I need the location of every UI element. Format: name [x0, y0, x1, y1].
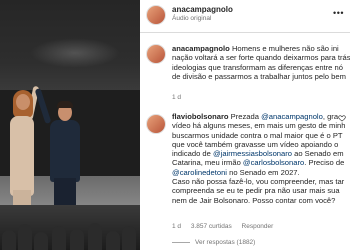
comment-line: compreenda se eu te pedir pra não usar m…: [172, 186, 340, 196]
man-figure: [50, 120, 80, 182]
caption-author-username[interactable]: anacampagnolo: [172, 44, 230, 53]
mention-link[interactable]: @carolinedetoni: [172, 168, 227, 177]
woman-figure: [10, 116, 34, 196]
heart-icon[interactable]: [338, 114, 346, 122]
stage-light: [30, 38, 120, 68]
comment-line: buscarmos unidade contra o mal maior que…: [172, 130, 343, 140]
reply-button[interactable]: Responder: [242, 223, 274, 230]
caption-meta: 1 d: [172, 94, 189, 101]
caption-time: 1 d: [172, 94, 182, 101]
comment-fragment: , gra: [322, 112, 339, 121]
comment-line: nem de Jair Bolsonaro. Posso contar com …: [172, 195, 336, 205]
caption-line: nação voltará a ser forte quando deixarm…: [172, 53, 350, 63]
caption-line: Homens e mulheres não são ini: [231, 44, 339, 53]
comment-fragment: indicado de: [172, 149, 213, 159]
commenter-username[interactable]: flaviobolsonaro: [172, 112, 229, 121]
comment-fragment: Prezada: [230, 112, 262, 121]
post-author-username[interactable]: anacampagnolo: [172, 5, 233, 14]
caption-line: de divisão e passarmos a trabalhar junto…: [172, 71, 346, 81]
mention-link[interactable]: @anacampagnolo: [261, 112, 323, 121]
comment-fragment: no Senado em 2027.: [227, 167, 300, 177]
raised-arm: [34, 87, 52, 125]
like-count[interactable]: 3.857 curtidas: [191, 223, 232, 230]
caption-line: ideologias que transformam as diferenças…: [172, 62, 343, 72]
author-avatar[interactable]: [146, 5, 166, 25]
comment-meta: 1 d 3.857 curtidas Responder: [172, 223, 281, 230]
comment-fragment: Catarina, meu irmão: [172, 158, 243, 168]
comment-line: vídeo há alguns meses, em mais um gesto …: [172, 121, 346, 131]
header-divider: [140, 32, 350, 33]
comment-fragment: . Preciso de: [304, 158, 345, 168]
mention-link[interactable]: @jairmessiasbolsonaro: [213, 149, 292, 158]
more-options-icon[interactable]: •••: [333, 8, 344, 18]
caption-text: anacampagnolo Homens e mulheres não são …: [172, 44, 350, 81]
reply-divider-line: [172, 241, 190, 243]
post-panel: anacampagnolo Áudio original ••• anacamp…: [140, 0, 350, 250]
comment-line: que você também gravasse um vídeo apoian…: [172, 139, 339, 149]
view-replies-label[interactable]: Ver respostas (1882): [195, 239, 255, 246]
caption-avatar[interactable]: [146, 44, 166, 64]
woman-head: [16, 94, 30, 110]
comment-fragment: ao Senado em: [292, 149, 344, 159]
man-hair: [57, 101, 73, 108]
comment-line: Caso não possa fazê-lo, vou compreender,…: [172, 177, 345, 187]
post-video[interactable]: [0, 0, 140, 250]
audience: [0, 205, 140, 250]
view-replies-link[interactable]: Ver respostas (1882): [172, 239, 255, 246]
mention-link[interactable]: @carlosbolsonaro: [243, 158, 304, 167]
comment-time: 1 d: [172, 223, 182, 230]
comment-text: flaviobolsonaro Prezada @anacampagnolo, …: [172, 112, 350, 205]
commenter-avatar[interactable]: [146, 114, 166, 134]
audio-label[interactable]: Áudio original: [172, 15, 211, 22]
